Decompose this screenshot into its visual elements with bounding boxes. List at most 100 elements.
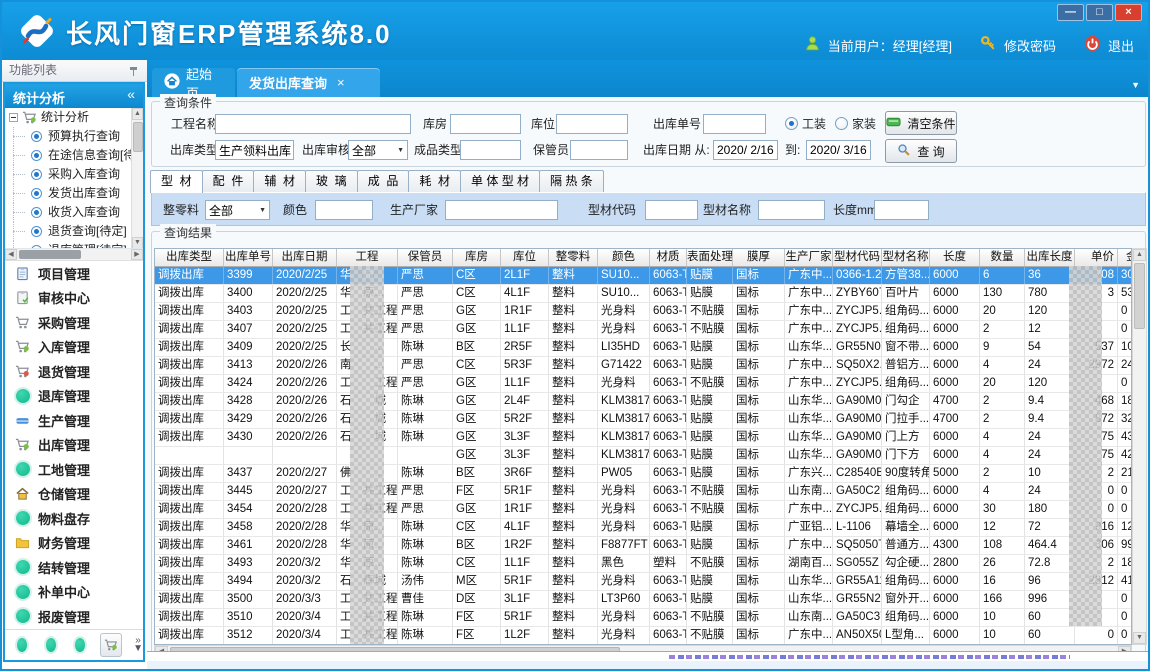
sidebar-menu-item[interactable]: 采购管理 [5, 310, 143, 335]
material-tab[interactable]: 耗 材 [408, 170, 461, 193]
column-header[interactable]: 长度 [930, 249, 980, 266]
table-row[interactable]: 调拨出库34002020/2/25华 原...严思C区4L1F整料SU10...… [155, 285, 1132, 303]
module-button-icon[interactable] [75, 638, 85, 652]
scroll-thumb[interactable] [1134, 263, 1145, 329]
tree-item[interactable]: 在途信息查询[待 [5, 146, 143, 165]
table-row[interactable]: 调拨出库34292020/2/26石 城陈琳G区5R2F整料KLM3817606… [155, 411, 1132, 429]
sidebar-menu-item[interactable]: 仓储管理 [5, 482, 143, 507]
table-row[interactable]: 调拨出库35102020/3/4工 共工程陈琳F区5R1F整料光身料6063-T… [155, 609, 1132, 627]
radio-gongzhuang[interactable] [785, 117, 798, 130]
date-from-picker[interactable]: 2020/ 2/16▼ [713, 140, 778, 160]
module-button-icon[interactable] [17, 638, 27, 652]
profile-code-input[interactable] [645, 200, 698, 220]
scroll-left-icon[interactable]: ◀ [5, 249, 17, 260]
column-header[interactable]: 材质 [650, 249, 687, 266]
date-to-picker[interactable]: 2020/ 3/16▼ [806, 140, 871, 160]
column-header[interactable]: 表面处理 [687, 249, 733, 266]
sidebar-menu-item[interactable]: 审核中心 [5, 286, 143, 311]
logout-button[interactable]: 退出 [1108, 36, 1134, 55]
table-row[interactable]: 调拨出库33992020/2/25华 原...严思C区2L1F整料SU10...… [155, 267, 1132, 285]
part-select[interactable]: 全部▼ [205, 200, 270, 220]
column-header[interactable]: 单价 [1075, 249, 1118, 266]
more-buttons-chevron[interactable]: »▼ [133, 637, 143, 653]
column-header[interactable]: 出库日期 [273, 249, 337, 266]
pin-icon[interactable] [129, 67, 138, 76]
column-header[interactable]: 出库单号 [224, 249, 273, 266]
sidebar-menu-item[interactable]: 退货管理 [5, 359, 143, 384]
search-button[interactable]: 查 询 [885, 139, 957, 163]
column-header[interactable]: 金额 [1118, 249, 1132, 266]
tree-item[interactable]: 发货出库查询 [5, 184, 143, 203]
location-input[interactable] [556, 114, 628, 134]
radio-jiazhuang[interactable] [835, 117, 848, 130]
warehouse-input[interactable] [450, 114, 521, 134]
sidebar-menu-item[interactable]: 生产管理 [5, 408, 143, 433]
table-row[interactable]: 调拨出库34242020/2/26工 工程严思G区1L1F整料光身料6063-T… [155, 375, 1132, 393]
table-row[interactable]: 调拨出库34302020/2/26石 城陈琳G区3L3F整料KLM3817606… [155, 429, 1132, 447]
audit-select[interactable]: 全部▼ [348, 140, 408, 160]
tree-item[interactable]: 预算执行查询 [5, 127, 143, 146]
collapse-box-icon[interactable] [9, 113, 18, 122]
column-header[interactable]: 库位 [501, 249, 549, 266]
material-tab[interactable]: 辅 材 [253, 170, 306, 193]
cart-module-button[interactable] [100, 633, 122, 657]
tab-list-chevron-icon[interactable]: ▼ [1131, 80, 1140, 90]
scroll-down-icon[interactable]: ▼ [132, 237, 143, 249]
scroll-down-icon[interactable]: ▼ [1133, 632, 1146, 644]
table-row[interactable]: G区3L3F整料KLM38176063-T5贴膜国标山东华...GA90M09.… [155, 447, 1132, 465]
column-header[interactable]: 型材名称 [882, 249, 930, 266]
column-header[interactable]: 数量 [980, 249, 1025, 266]
tree-vertical-scrollbar[interactable]: ▲ ▼ [131, 108, 143, 249]
sidebar-menu-item[interactable]: 补单中心 [5, 580, 143, 605]
table-row[interactable]: 调拨出库34612020/2/28华 原...陈琳B区1R2F整料F8877FT… [155, 537, 1132, 555]
product-type-input[interactable] [460, 140, 521, 160]
tree-horizontal-scrollbar[interactable]: ◀ ▶ [5, 249, 143, 261]
sidebar-menu-item[interactable]: 出库管理 [5, 433, 143, 458]
scroll-up-icon[interactable]: ▲ [132, 108, 143, 120]
table-row[interactable]: 调拨出库34542020/2/28工 共工程严思G区1R1F整料光身料6063-… [155, 501, 1132, 519]
table-row[interactable]: 调拨出库34932020/3/2华 原...陈琳C区1L1F整料黑色塑料不贴膜国… [155, 555, 1132, 573]
profile-name-input[interactable] [758, 200, 825, 220]
material-tab[interactable]: 成 品 [357, 170, 410, 193]
column-header[interactable]: 出库长度 [1025, 249, 1075, 266]
sidebar-menu-item[interactable]: 结转管理 [5, 555, 143, 580]
tab-shipment-query[interactable]: 发货出库查询 × [237, 68, 380, 97]
column-header[interactable]: 颜色 [598, 249, 650, 266]
change-password-link[interactable]: 修改密码 [1004, 36, 1056, 55]
column-header[interactable]: 出库类型 [155, 249, 224, 266]
tab-close-icon[interactable]: × [337, 75, 345, 90]
close-button[interactable]: × [1115, 4, 1142, 21]
tree-item[interactable]: 退库管理[待定] [5, 241, 143, 249]
module-button-icon[interactable] [46, 638, 56, 652]
tree-item[interactable]: 退货查询[待定] [5, 222, 143, 241]
column-header[interactable]: 保管员 [398, 249, 453, 266]
sidebar-menu-item[interactable]: 项目管理 [5, 261, 143, 286]
tree-item[interactable]: 收货入库查询 [5, 203, 143, 222]
collapse-icon[interactable]: « [127, 86, 135, 102]
minimize-button[interactable]: — [1057, 4, 1084, 21]
tab-home[interactable]: 起始页 [152, 68, 235, 97]
order-no-input[interactable] [703, 114, 766, 134]
clear-conditions-button[interactable]: 清空条件 [885, 111, 957, 135]
column-header[interactable]: 膜厚 [733, 249, 785, 266]
color-input[interactable] [315, 200, 373, 220]
sidebar-menu-item[interactable]: 入库管理 [5, 335, 143, 360]
radio-jiazhuang-label[interactable]: 家装 [852, 114, 876, 134]
outbound-type-select[interactable]: 生产领料出库▼ [215, 140, 294, 160]
table-row[interactable]: 调拨出库34942020/3/2石 辉城汤伟M区5R1F整料光身料6063-T5… [155, 573, 1132, 591]
tree-item[interactable]: 采购入库查询 [5, 165, 143, 184]
column-header[interactable]: 整零料 [549, 249, 598, 266]
tree-root[interactable]: 统计分析 [5, 108, 143, 127]
material-tab[interactable]: 型 材 [150, 170, 203, 193]
column-header[interactable]: 库房 [453, 249, 501, 266]
sidebar-menu-item[interactable]: 物料盘存 [5, 506, 143, 531]
scroll-thumb[interactable] [19, 250, 81, 259]
material-tab[interactable]: 单 体 型 材 [460, 170, 540, 193]
sidebar-menu-item[interactable]: 报废管理 [5, 604, 143, 629]
grid-vertical-scrollbar[interactable]: ▲ ▼ [1132, 248, 1147, 645]
sidebar-menu-item[interactable]: 工地管理 [5, 457, 143, 482]
column-header[interactable]: 型材代码 [833, 249, 882, 266]
table-row[interactable]: 调拨出库34282020/2/26石 城陈琳G区2L4F整料KLM3817606… [155, 393, 1132, 411]
sidebar-menu-item[interactable]: 财务管理 [5, 531, 143, 556]
scroll-right-icon[interactable]: ▶ [131, 249, 143, 260]
